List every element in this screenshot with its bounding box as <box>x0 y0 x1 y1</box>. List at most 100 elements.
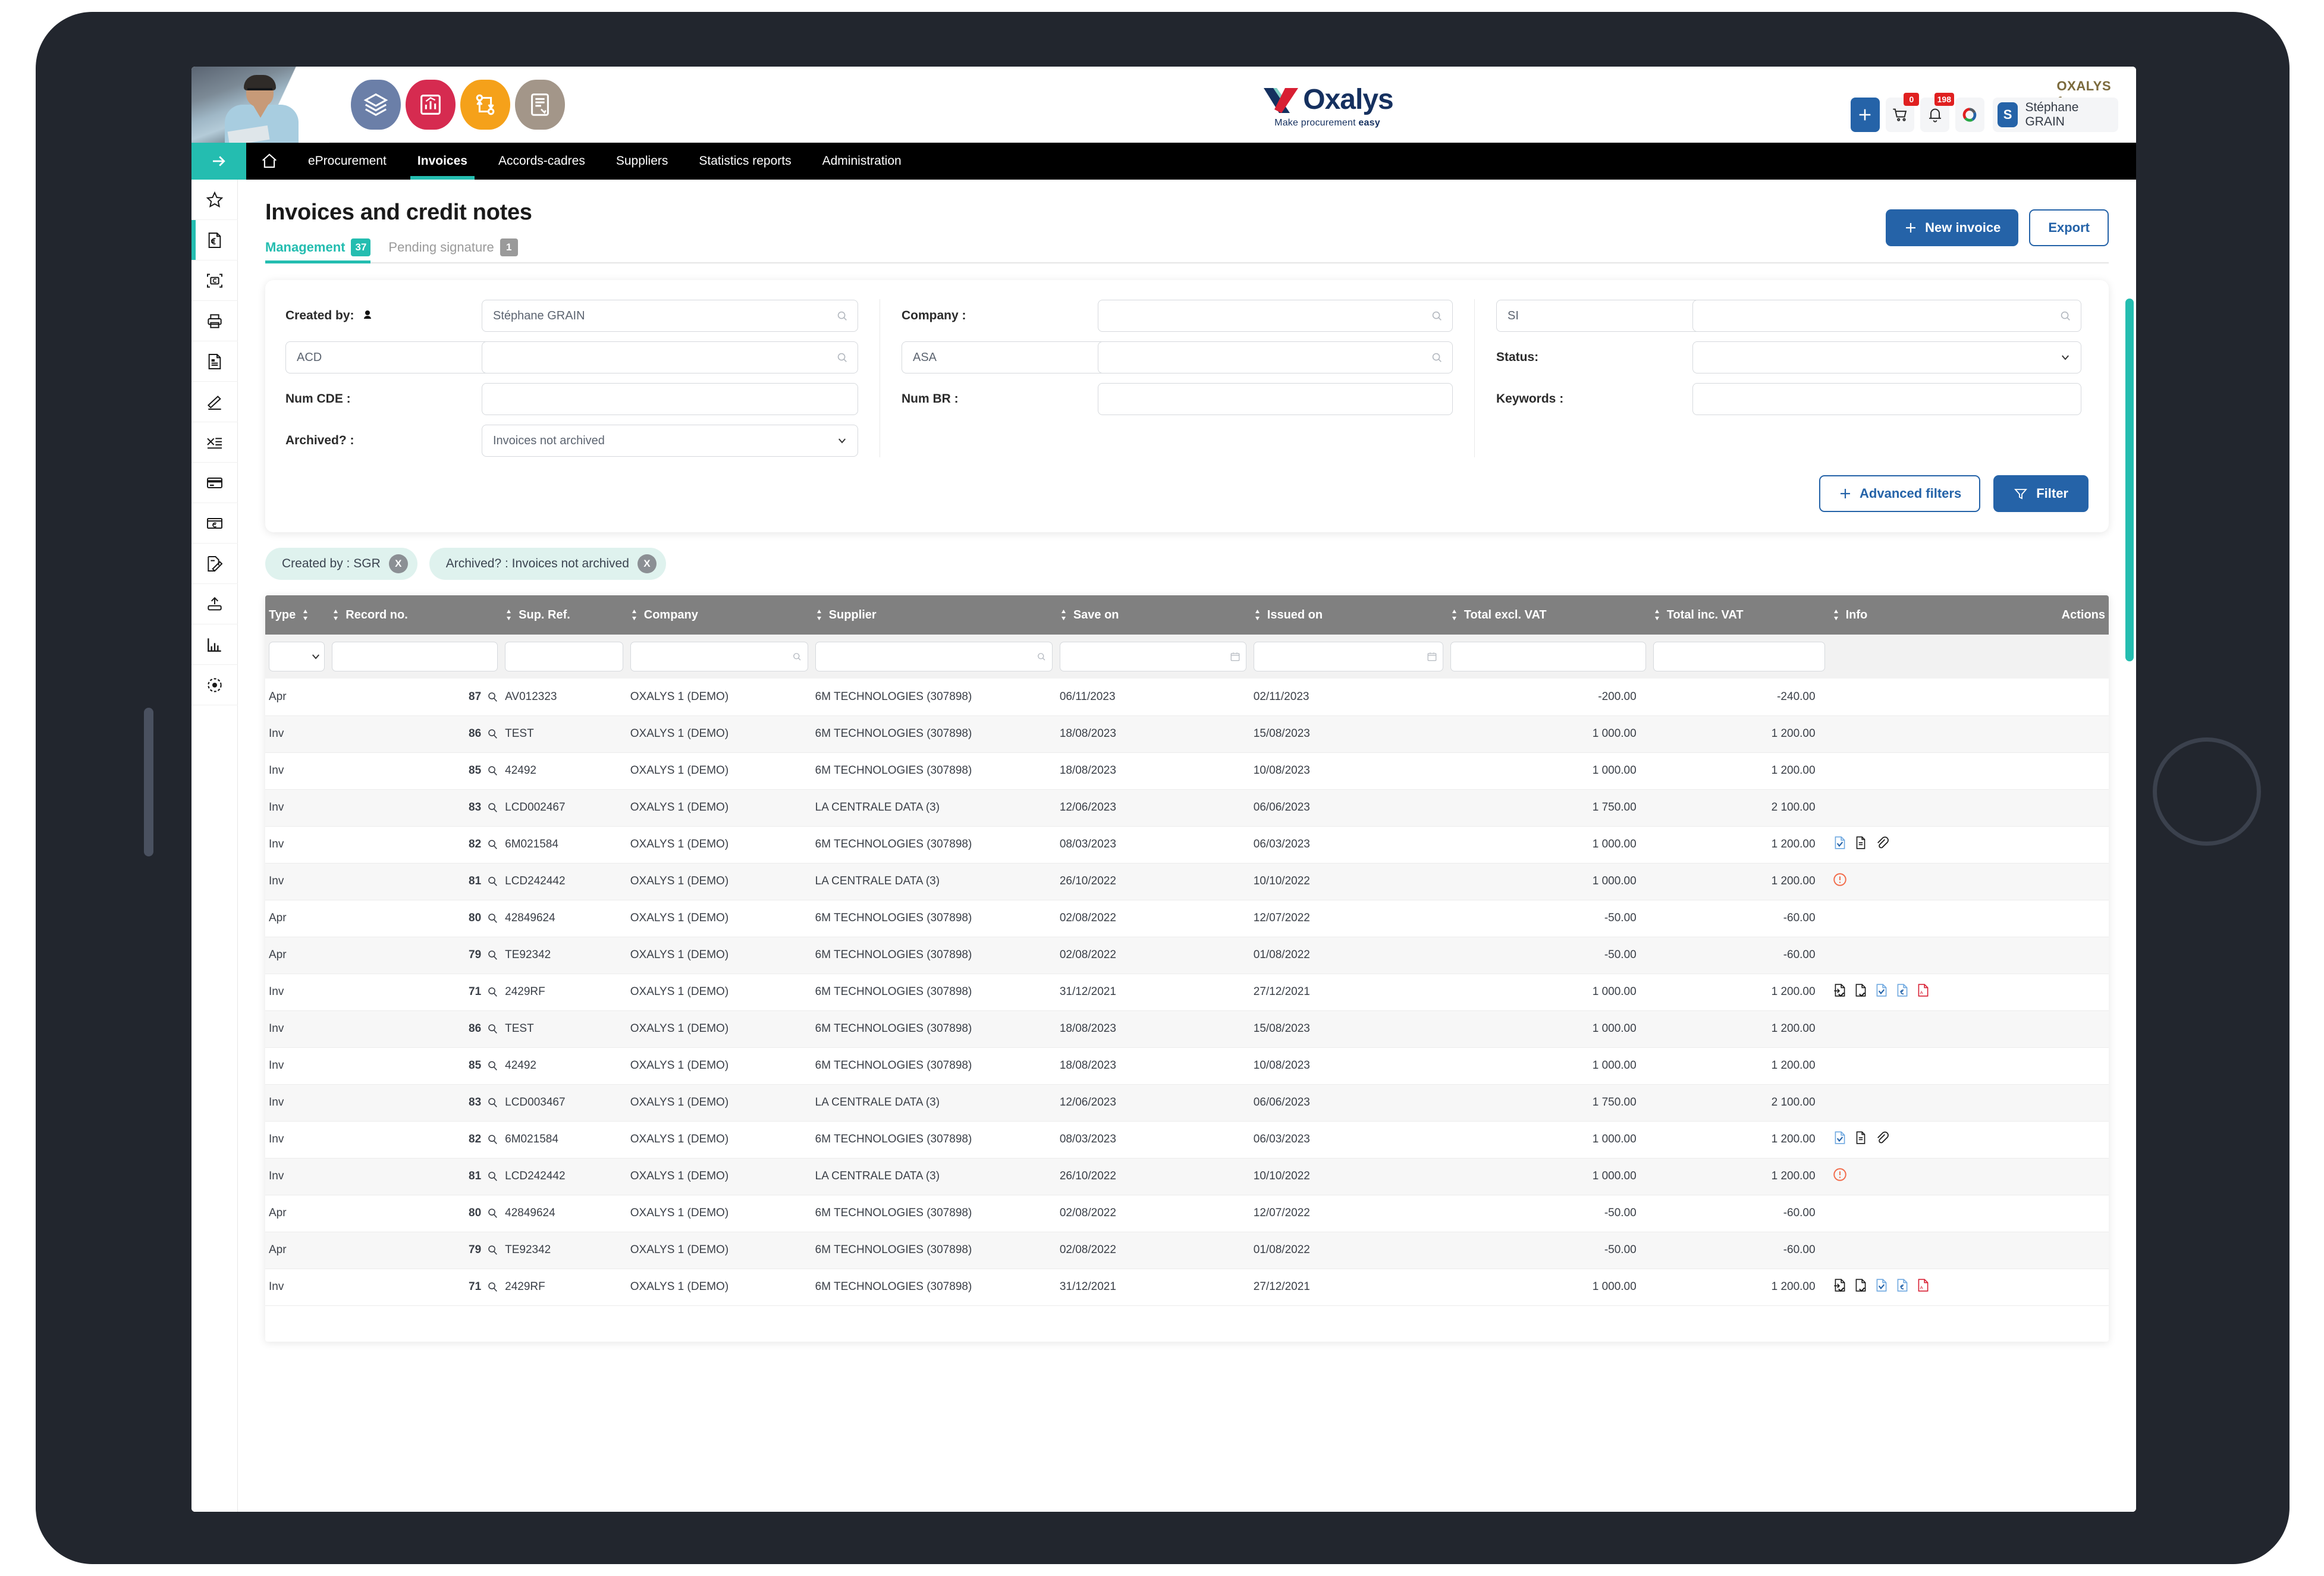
company-code-select[interactable]: ASA <box>902 341 1128 373</box>
rail-item-upload[interactable] <box>191 584 238 624</box>
table-row[interactable]: Inv 82 6M021584 OXALYS 1 (DEMO) 6M TECHNOLOG… <box>265 1121 2109 1159</box>
table-row[interactable]: Inv 83 LCD002467 OXALYS 1 (DEMO) LA CENTRALE… <box>265 789 2109 827</box>
nav-item-eprocurement[interactable]: eProcurement <box>293 143 402 180</box>
oxalys-logo[interactable]: Oxalys Make procurement easy <box>1229 83 1425 131</box>
table-row[interactable]: Apr 80 42849624 OXALYS 1 (DEMO) 6M TECHNOLOG… <box>265 900 2109 937</box>
rail-item-scan-invoice[interactable] <box>191 260 238 301</box>
table-filter-type-select[interactable] <box>269 642 325 671</box>
rail-item-statistics[interactable] <box>191 624 238 665</box>
sort-icon[interactable] <box>1450 609 1458 621</box>
col-supplier[interactable]: Supplier <box>811 595 1056 635</box>
catalog-icon[interactable] <box>351 80 401 130</box>
doc-out-check-icon[interactable] <box>1853 1277 1868 1296</box>
table-row[interactable]: Apr 87 AV012323 OXALYS 1 (DEMO) 6M TECHNOLOG… <box>265 679 2109 716</box>
created-by-input[interactable] <box>482 300 858 332</box>
user-menu[interactable]: S Stéphane GRAIN <box>1992 98 2118 132</box>
volume-button[interactable] <box>144 708 153 856</box>
rail-item-favorites[interactable] <box>191 180 238 220</box>
cell-actions[interactable] <box>2007 1010 2109 1048</box>
created-by-code-select[interactable]: ACD <box>285 341 511 373</box>
warning-icon[interactable] <box>1832 1167 1848 1186</box>
rail-item-target[interactable] <box>191 665 238 705</box>
sort-icon[interactable] <box>1653 609 1661 621</box>
sort-icon[interactable] <box>1060 609 1067 621</box>
rail-item-signature[interactable] <box>191 382 238 422</box>
cell-actions[interactable] <box>2007 974 2109 1011</box>
col-save-on[interactable]: Save on <box>1056 595 1250 635</box>
cell-actions[interactable] <box>2007 1047 2109 1085</box>
cell-actions[interactable] <box>2007 1121 2109 1159</box>
export-button[interactable]: Export <box>2029 209 2109 246</box>
advanced-filters-button[interactable]: Advanced filters <box>1819 475 1981 512</box>
col-company[interactable]: Company <box>626 595 812 635</box>
doc-blue-check-icon[interactable] <box>1874 1277 1889 1296</box>
doc-blue-check-icon[interactable] <box>1832 835 1848 854</box>
warning-icon[interactable] <box>1832 872 1848 891</box>
cell-actions[interactable] <box>2007 679 2109 716</box>
status-donut-icon[interactable] <box>1955 98 1984 132</box>
rail-item-print[interactable] <box>191 301 238 341</box>
table-row[interactable]: Inv 71 2429RF OXALYS 1 (DEMO) 6M TECHNOLOGIE… <box>265 1269 2109 1306</box>
col-total-inc-vat[interactable]: Total inc. VAT <box>1649 595 1829 635</box>
nav-item-invoices[interactable]: Invoices <box>402 143 483 180</box>
doc-dark-icon[interactable] <box>1853 1130 1868 1149</box>
col-info[interactable]: Info <box>1828 595 2008 635</box>
reports-icon[interactable] <box>406 80 456 130</box>
table-row[interactable]: Apr 79 TE92342 OXALYS 1 (DEMO) 6M TECHNOLOGI… <box>265 1232 2109 1269</box>
rail-item-invoices[interactable] <box>191 220 238 260</box>
pdf-icon[interactable]: A <box>1915 1277 1931 1296</box>
table-row[interactable]: Apr 80 42849624 OXALYS 1 (DEMO) 6M TECHNOLOG… <box>265 1195 2109 1232</box>
cell-actions[interactable] <box>2007 1158 2109 1195</box>
contracts-icon[interactable] <box>515 80 565 130</box>
table-row[interactable]: Inv 86 TEST OXALYS 1 (DEMO) 6M TECHNOLOGIES … <box>265 1010 2109 1048</box>
table-filter-issued-on-input[interactable] <box>1253 642 1443 671</box>
cell-actions[interactable] <box>2007 715 2109 753</box>
table-row[interactable]: Inv 85 42492 OXALYS 1 (DEMO) 6M TECHNOLOGIES… <box>265 1047 2109 1085</box>
pdf-icon[interactable]: A <box>1915 982 1931 1002</box>
col-total-excl-vat[interactable]: Total excl. VAT <box>1446 595 1650 635</box>
doc-blue-check-icon[interactable] <box>1874 982 1889 1002</box>
company-code-input[interactable] <box>1098 341 1453 373</box>
doc-euro-icon[interactable] <box>1895 982 1910 1002</box>
close-icon[interactable]: X <box>637 554 657 573</box>
notifications-button[interactable]: 198 <box>1920 93 1954 132</box>
si-search-input[interactable] <box>1692 300 2081 332</box>
created-by-code-input[interactable] <box>482 341 858 373</box>
doc-blue-check-icon[interactable] <box>1832 1130 1848 1149</box>
sort-icon[interactable] <box>332 609 340 621</box>
cell-actions[interactable] <box>2007 900 2109 937</box>
keywords-input[interactable] <box>1692 383 2081 415</box>
col-record-no[interactable]: Record no. <box>328 595 502 635</box>
table-filter-company-input[interactable] <box>630 642 808 671</box>
sort-icon[interactable] <box>1832 609 1840 621</box>
cell-actions[interactable] <box>2007 752 2109 790</box>
nav-item-suppliers[interactable]: Suppliers <box>601 143 684 180</box>
table-filter-total-incl-input[interactable] <box>1653 642 1825 671</box>
cell-actions[interactable] <box>2007 826 2109 864</box>
num-cde-input[interactable] <box>482 383 858 415</box>
table-filter-record-input[interactable] <box>332 642 498 671</box>
home-icon[interactable] <box>246 143 293 180</box>
status-select[interactable] <box>1692 341 2081 373</box>
sort-icon[interactable] <box>302 609 309 621</box>
table-row[interactable]: Inv 85 42492 OXALYS 1 (DEMO) 6M TECHNOLOGIES… <box>265 752 2109 790</box>
table-filter-total-excl-input[interactable] <box>1450 642 1646 671</box>
num-br-input[interactable] <box>1098 383 1453 415</box>
sort-icon[interactable] <box>630 609 638 621</box>
company-input[interactable] <box>1098 300 1453 332</box>
chip-created-by[interactable]: Created by : SGR X <box>265 548 417 580</box>
table-row[interactable]: Inv 81 LCD242442 OXALYS 1 (DEMO) LA CENTRALE… <box>265 1158 2109 1195</box>
cell-actions[interactable] <box>2007 937 2109 974</box>
sort-icon[interactable] <box>815 609 823 621</box>
close-icon[interactable]: X <box>388 554 408 573</box>
cell-actions[interactable] <box>2007 1232 2109 1269</box>
table-row[interactable]: Inv 71 2429RF OXALYS 1 (DEMO) 6M TECHNOLOGIE… <box>265 974 2109 1011</box>
table-row[interactable]: Inv 83 LCD003467 OXALYS 1 (DEMO) LA CENTRALE… <box>265 1084 2109 1122</box>
scrollbar-thumb[interactable] <box>2125 299 2134 661</box>
col-issued-on[interactable]: Issued on <box>1249 595 1447 635</box>
nav-item-statistics-reports[interactable]: Statistics reports <box>683 143 806 180</box>
cell-actions[interactable] <box>2007 789 2109 827</box>
rail-item-excel-export[interactable] <box>191 422 238 463</box>
rail-item-document-edit[interactable] <box>191 544 238 584</box>
table-row[interactable]: Apr 79 TE92342 OXALYS 1 (DEMO) 6M TECHNOLOGI… <box>265 937 2109 974</box>
